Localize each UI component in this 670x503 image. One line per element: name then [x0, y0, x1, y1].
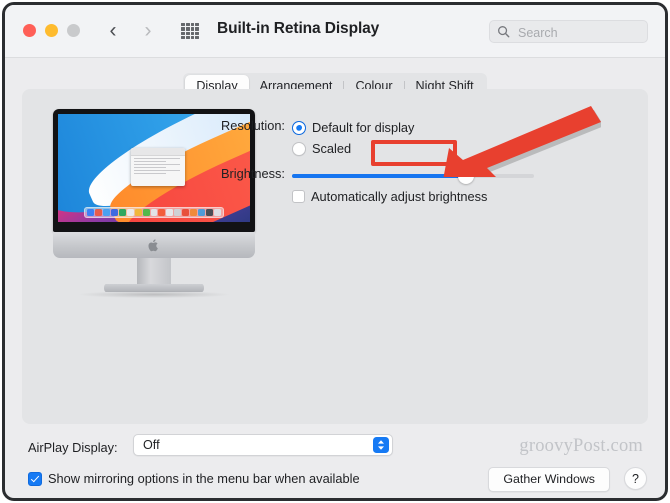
mirroring-option-row[interactable]: Show mirroring options in the menu bar w…: [28, 471, 360, 486]
apple-logo-icon: [148, 239, 158, 252]
airplay-value: Off: [143, 438, 160, 452]
search-input[interactable]: [516, 21, 646, 44]
watermark: groovyPost.com: [519, 436, 643, 456]
brightness-thumb[interactable]: [458, 167, 475, 184]
radio-default-label: Default for display: [312, 120, 415, 135]
minimize-button[interactable]: [45, 24, 58, 37]
resolution-row: Resolution: Default for display Scaled: [221, 117, 632, 159]
airplay-label: AirPlay Display:: [28, 440, 118, 455]
stepper-up-down-icon[interactable]: [373, 437, 389, 453]
mirroring-label: Show mirroring options in the menu bar w…: [48, 471, 360, 486]
system-preferences-window: ‹ › Built-in Retina Display Display: [5, 5, 665, 498]
radio-scaled[interactable]: [292, 141, 306, 156]
imac-stand-neck: [137, 258, 171, 286]
imac-preview-illustration: [44, 109, 264, 309]
display-controls: Resolution: Default for display Scaled B…: [221, 117, 632, 207]
zoom-button[interactable]: [67, 24, 80, 37]
search-field[interactable]: [489, 20, 648, 44]
airplay-dropdown[interactable]: Off: [133, 434, 393, 456]
close-button[interactable]: [23, 24, 36, 37]
brightness-label: Brightness:: [220, 166, 285, 181]
resolution-option-scaled[interactable]: Scaled: [292, 138, 632, 159]
mirroring-checkbox[interactable]: [28, 471, 42, 486]
radio-default-for-display[interactable]: [292, 120, 306, 135]
resolution-label: Resolution:: [220, 118, 285, 133]
desktop-dock: [84, 207, 224, 218]
window-titlebar: ‹ › Built-in Retina Display: [5, 5, 665, 58]
back-chevron-icon[interactable]: ‹: [102, 19, 124, 43]
page-title: Built-in Retina Display: [217, 20, 380, 37]
radio-scaled-label: Scaled: [312, 141, 352, 156]
display-settings-panel: Resolution: Default for display Scaled B…: [22, 89, 648, 424]
gather-windows-button[interactable]: Gather Windows: [488, 467, 610, 492]
desktop-mini-window: [131, 148, 185, 186]
brightness-slider[interactable]: [292, 165, 632, 186]
help-button[interactable]: ?: [624, 467, 647, 490]
auto-brightness-checkbox[interactable]: [292, 190, 305, 203]
forward-chevron-icon[interactable]: ›: [137, 19, 159, 43]
search-icon: [498, 26, 510, 38]
brightness-fill: [292, 173, 467, 178]
auto-brightness-label: Automatically adjust brightness: [311, 189, 488, 204]
screenshot-canvas: ‹ › Built-in Retina Display Display: [0, 0, 670, 503]
bottom-controls: AirPlay Display: Off Show mirroring opti…: [5, 429, 665, 498]
auto-brightness-row[interactable]: Automatically adjust brightness: [292, 186, 632, 207]
brightness-row: Brightness: Automatically adjust brightn…: [221, 165, 632, 207]
brightness-track[interactable]: [292, 167, 534, 184]
resolution-option-default[interactable]: Default for display: [292, 117, 632, 138]
show-all-grid-icon[interactable]: [181, 23, 199, 39]
imac-shadow: [79, 291, 229, 298]
